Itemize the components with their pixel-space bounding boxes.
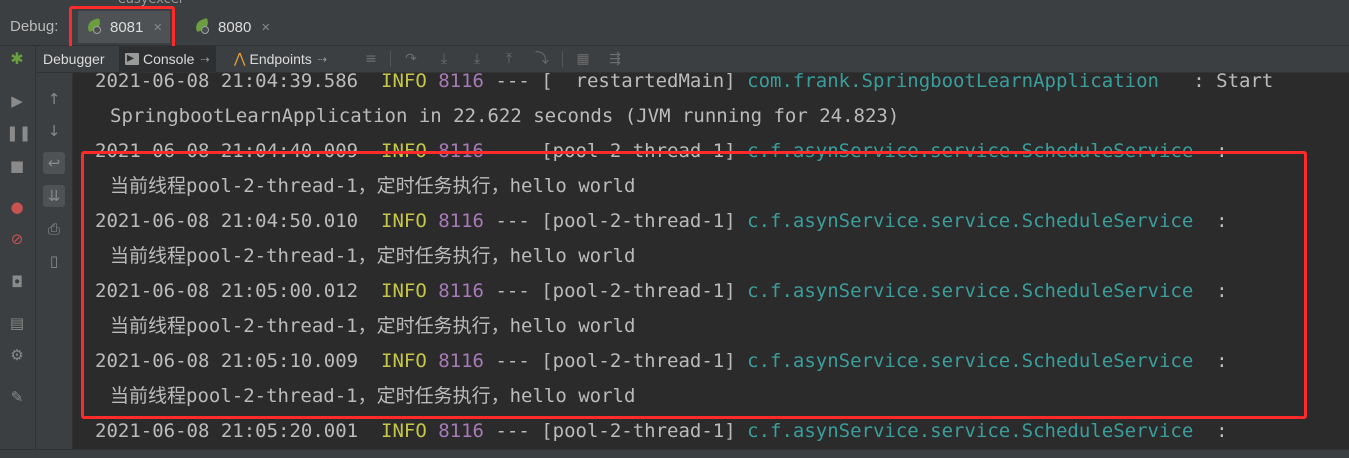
tab-8080[interactable]: 8080 × — [186, 11, 278, 43]
top-strip: easyexcel — [0, 0, 1349, 8]
scroll-down-icon[interactable]: ↓ — [43, 120, 65, 142]
log-logger[interactable]: com.frank.SpringbootLearnApplication — [747, 73, 1159, 92]
log-pid: 8116 — [438, 420, 484, 442]
pin-icon[interactable]: ✎ — [6, 386, 28, 408]
debug-toolbar: Debugger Console ⇢ ⋀ Endpoints ⇢ ≡ ↷ ⤓ ⤓… — [0, 46, 1349, 73]
step-into-icon[interactable]: ⤓ — [435, 50, 453, 68]
highlight-box-tab — [69, 6, 175, 51]
scroll-to-end-icon[interactable]: ⇊ — [43, 185, 65, 207]
tab-8080-label: 8080 — [218, 18, 252, 36]
log-tail: : — [1193, 420, 1228, 442]
tab-debugger[interactable]: Debugger — [43, 46, 105, 72]
log-message: SpringbootLearnApplication in 22.622 sec… — [110, 105, 900, 127]
force-step-into-icon[interactable]: ⤓ — [468, 50, 486, 68]
soft-wrap-icon[interactable]: ↩ — [43, 152, 65, 174]
toolbar-divider — [390, 51, 391, 67]
step-out-icon[interactable]: ⤒ — [500, 50, 518, 68]
debugger-label: Debugger — [43, 51, 105, 67]
layout-icon[interactable]: ▤ — [6, 312, 28, 334]
log-timestamp: 2021-06-08 21:04:39.586 — [95, 73, 359, 92]
highlight-box-logs — [81, 151, 1307, 419]
log-line: 2021-06-08 21:05:20.001 INFO 8116 --- [p… — [95, 418, 1228, 444]
tab-console[interactable]: Console ⇢ — [119, 46, 216, 72]
debug-bug-icon: ✱ — [10, 49, 24, 68]
mute-breakpoints-icon[interactable]: ⊘ — [6, 228, 28, 250]
console-label: Console — [143, 51, 195, 67]
menu-icon[interactable]: ≡ — [362, 50, 380, 68]
settings-icon[interactable]: ⚙ — [6, 344, 28, 366]
log-level: INFO — [381, 420, 427, 442]
log-tail: : Start — [1158, 73, 1274, 92]
log-separator: --- — [495, 420, 530, 442]
spring-boot-icon — [194, 19, 212, 35]
log-logger[interactable]: c.f.asynService.service.ScheduleService — [747, 420, 1193, 442]
pin-tab-icon[interactable]: ⇢ — [200, 53, 209, 66]
scroll-up-icon[interactable]: ↑ — [43, 88, 65, 110]
log-thread: [pool-2-thread-1] — [541, 420, 736, 442]
print-icon[interactable]: ⎙ — [43, 218, 65, 240]
toolbar-divider — [562, 51, 563, 67]
log-pid: 8116 — [438, 73, 484, 92]
trace-icon[interactable]: ⇶ — [606, 50, 624, 68]
stop-icon[interactable]: ■ — [6, 155, 28, 177]
run-to-cursor-icon[interactable]: ⤵ — [533, 50, 551, 68]
log-level: INFO — [381, 73, 427, 92]
breakpoints-icon[interactable]: ● — [6, 196, 28, 218]
resume-icon[interactable]: ▶ — [6, 90, 28, 112]
camera-icon[interactable]: ◘ — [6, 271, 28, 293]
debug-left-toolbar: ✱ ▶ ❚❚ ■ ● ⊘ ◘ ▤ ⚙ ✎ — [0, 46, 36, 457]
endpoints-icon: ⋀ — [234, 51, 246, 67]
step-over-icon[interactable]: ↷ — [402, 50, 420, 68]
evaluate-icon[interactable]: ▦ — [574, 50, 592, 68]
log-separator: --- — [495, 73, 530, 92]
log-thread: [ restartedMain] — [541, 73, 736, 92]
close-icon[interactable]: × — [261, 19, 270, 36]
tab-endpoints[interactable]: ⋀ Endpoints ⇢ — [234, 46, 327, 72]
debug-tab-bar: Debug: 8081 × 8080 × — [0, 8, 1349, 46]
console-side-toolbar: ↑ ↓ ↩ ⇊ ⎙ ▯ — [36, 73, 73, 457]
debug-label: Debug: — [10, 18, 59, 35]
log-timestamp: 2021-06-08 21:05:20.001 — [95, 420, 359, 442]
pin-tab-icon[interactable]: ⇢ — [318, 53, 327, 66]
pause-icon[interactable]: ❚❚ — [6, 122, 31, 144]
console-icon — [125, 49, 139, 66]
clear-icon[interactable]: ▯ — [43, 250, 65, 272]
log-line: 2021-06-08 21:04:39.586 INFO 8116 --- [ … — [95, 73, 1273, 94]
endpoints-label: Endpoints — [249, 51, 312, 67]
